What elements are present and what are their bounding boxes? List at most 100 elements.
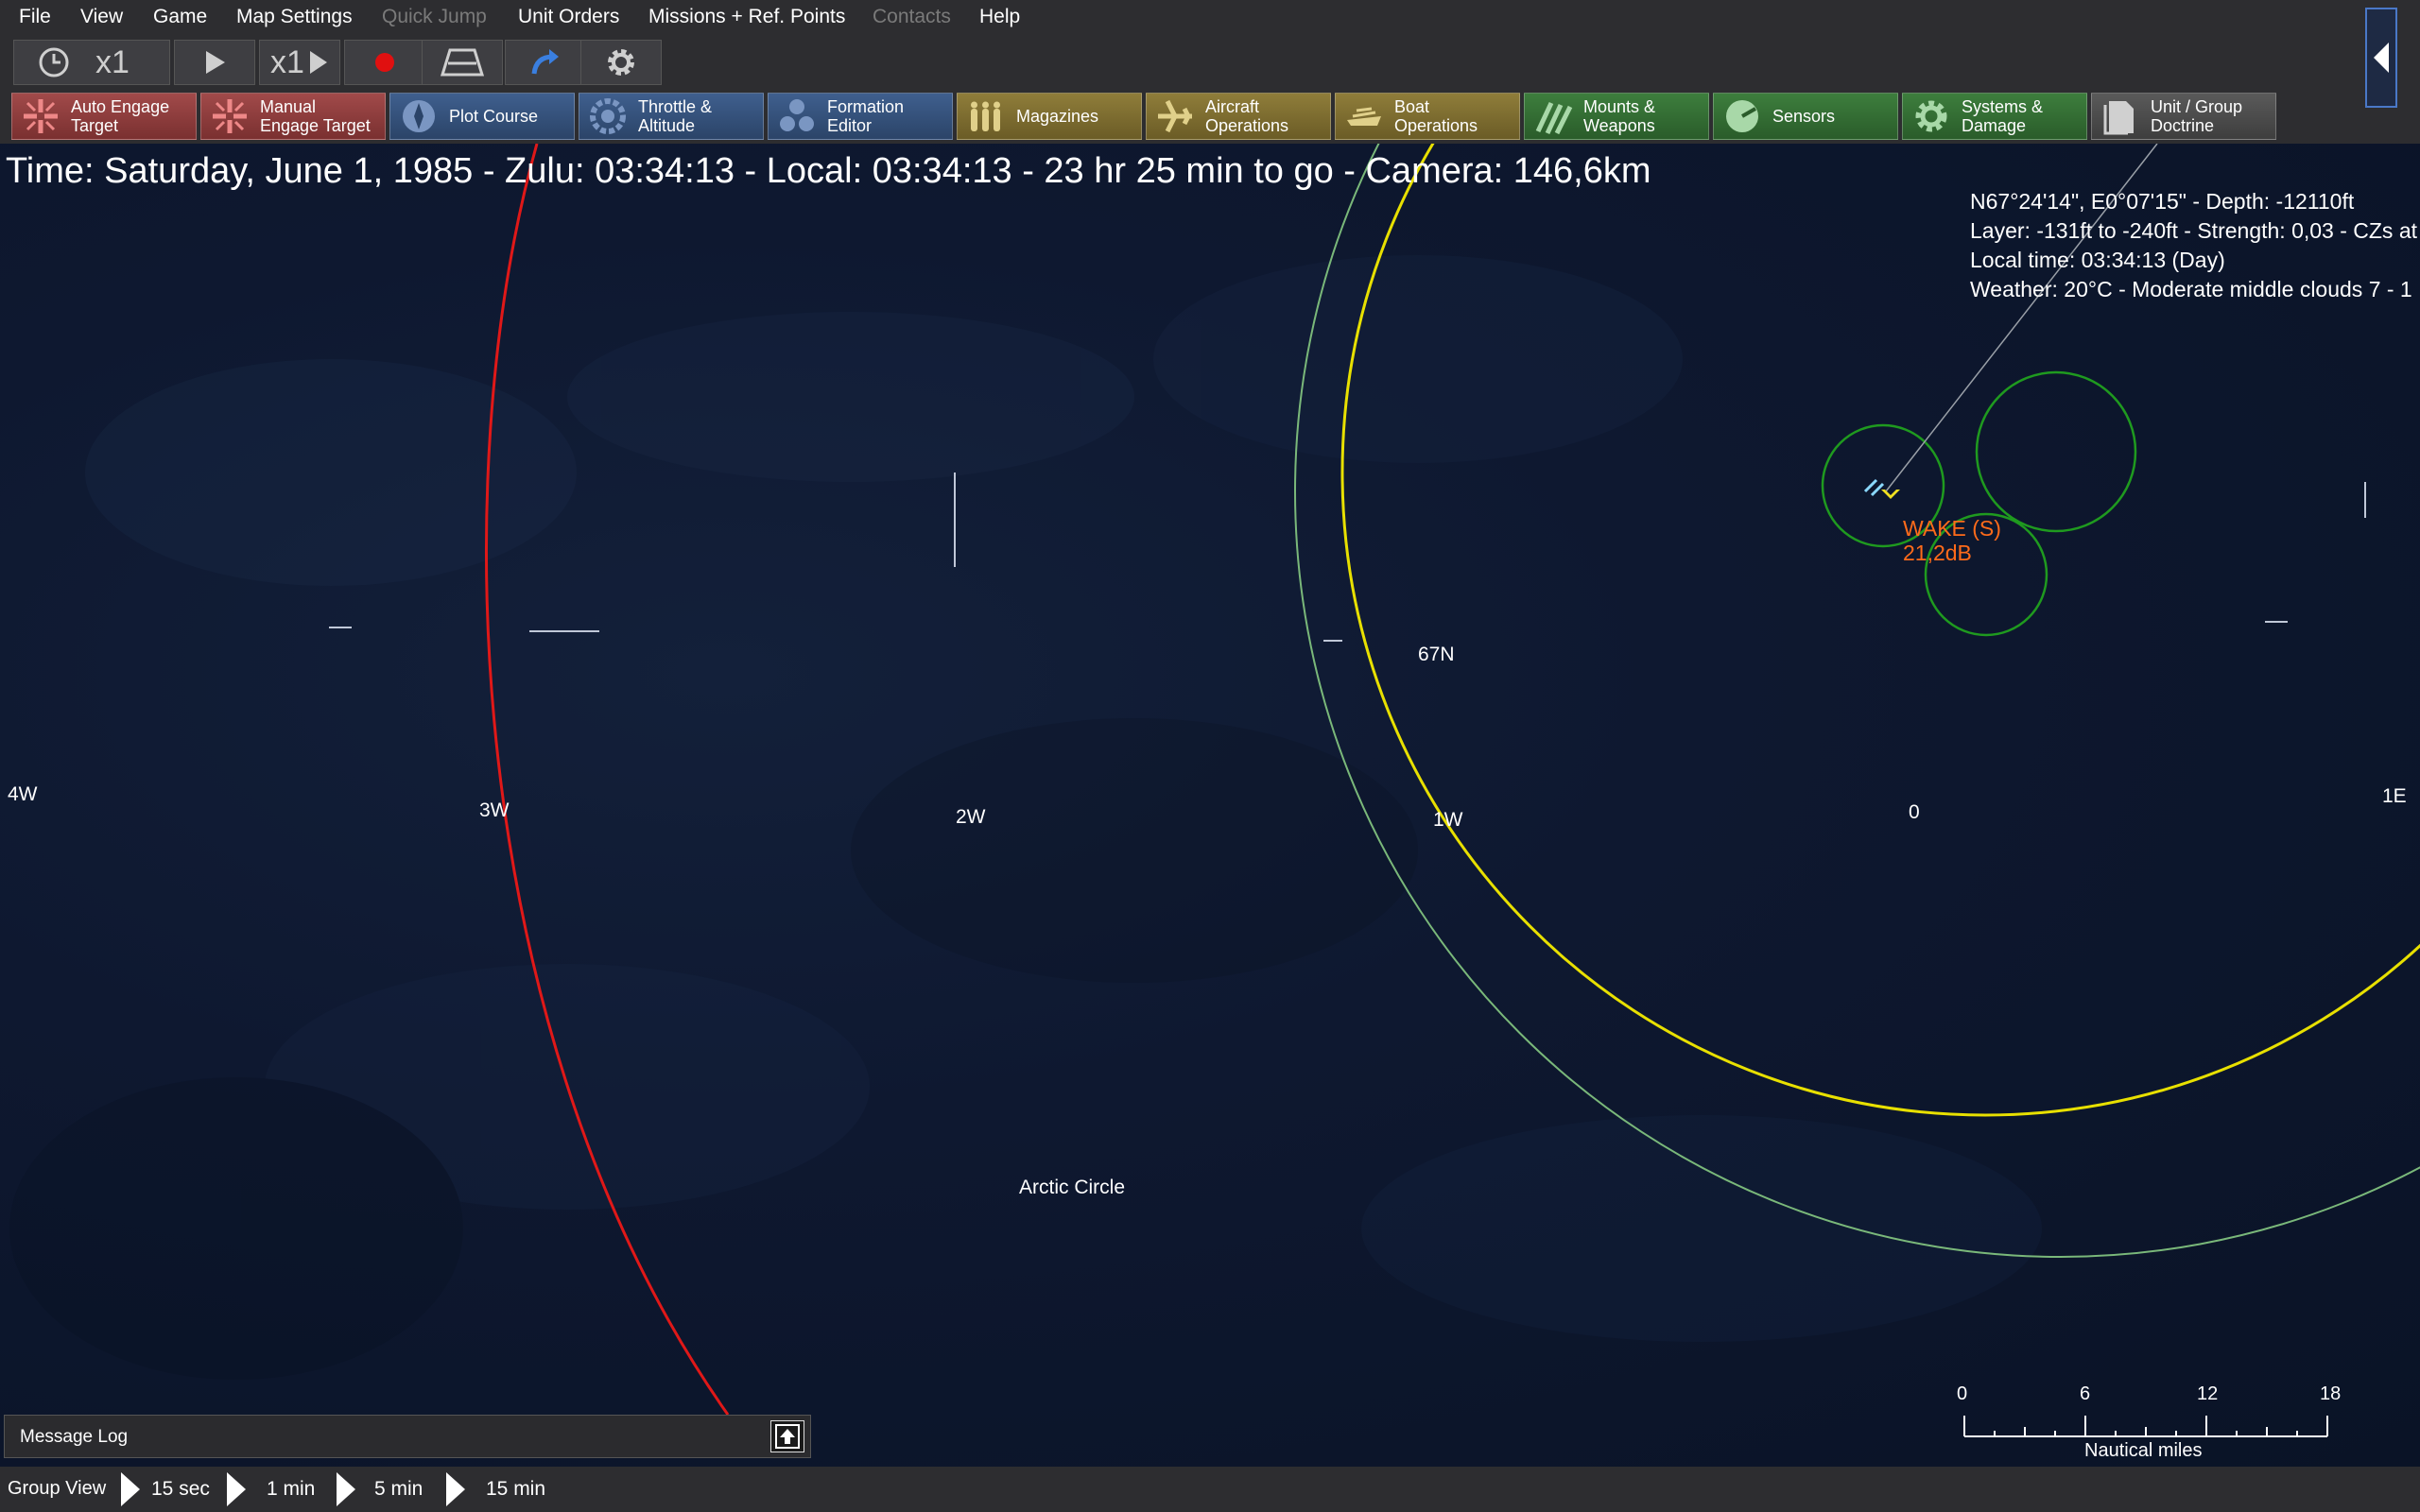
- mounts-weapons-label: Mounts & Weapons: [1583, 97, 1656, 135]
- step-15-min-button[interactable]: 15 min: [486, 1478, 545, 1501]
- status-line: Time: Saturday, June 1, 1985 - Zulu: 03:…: [6, 151, 1651, 191]
- longitude-label-0: 0: [1909, 801, 1920, 823]
- step-15-sec-button[interactable]: 15 sec: [151, 1478, 210, 1501]
- magazines-button[interactable]: Magazines: [957, 93, 1142, 140]
- menu-missions-ref-points[interactable]: Missions + Ref. Points: [648, 6, 845, 28]
- menu-help[interactable]: Help: [979, 6, 1020, 28]
- contact-symbol-icon[interactable]: [1881, 490, 1900, 499]
- throttle-altitude-button[interactable]: Throttle & Altitude: [579, 93, 764, 140]
- longitude-label-1e: 1E: [2382, 785, 2407, 807]
- menu-file[interactable]: File: [19, 6, 51, 28]
- boat-icon: [1347, 107, 1381, 126]
- sensors-label: Sensors: [1772, 107, 1836, 126]
- contact-name: WAKE (S): [1903, 516, 2001, 541]
- unit-wake-marker: [1863, 478, 1885, 497]
- arctic-circle-label: Arctic Circle: [1019, 1177, 1126, 1198]
- gear-icon: [608, 49, 634, 76]
- plot-course-label: Plot Course: [449, 107, 539, 126]
- side-panel-toggle[interactable]: [2365, 8, 2397, 108]
- aircraft-icon: [1158, 99, 1192, 133]
- longitude-label-1w: 1W: [1433, 809, 1463, 831]
- sensors-button[interactable]: Sensors: [1713, 93, 1898, 140]
- radar-icon: [1726, 100, 1758, 132]
- menu-unit-orders[interactable]: Unit Orders: [518, 6, 619, 28]
- arrow-up-box-icon: [775, 1424, 800, 1449]
- unit-group-doctrine-label: Unit / Group Doctrine: [2151, 97, 2243, 135]
- redo-button[interactable]: [505, 40, 586, 85]
- contact-label[interactable]: WAKE (S) 21,2dB: [1903, 516, 2001, 565]
- throttle-altitude-label: Throttle & Altitude: [638, 97, 713, 135]
- step-5-min-button[interactable]: 5 min: [374, 1478, 423, 1501]
- time-toolbar: x1 x1: [0, 40, 2420, 89]
- aircraft-operations-button[interactable]: Aircraft Operations: [1146, 93, 1331, 140]
- menu-map-settings[interactable]: Map Settings: [236, 6, 353, 28]
- cursor-layer-info: Layer: -131ft to -240ft - Strength: 0,03…: [1970, 218, 2418, 243]
- expand-message-log-button[interactable]: [770, 1420, 804, 1452]
- message-log-title: Message Log: [20, 1427, 129, 1447]
- boat-operations-button[interactable]: Boat Operations: [1335, 93, 1520, 140]
- time-compression-button[interactable]: x1: [13, 40, 170, 85]
- bottom-bar: Group View 15 sec 1 min 5 min 15 min: [0, 1467, 2420, 1512]
- curved-arrow-icon: [531, 49, 559, 75]
- auto-engage-target-button[interactable]: Auto Engage Target: [11, 93, 197, 140]
- play-button[interactable]: [174, 40, 255, 85]
- contact-strength: 21,2dB: [1903, 541, 1972, 565]
- menu-contacts[interactable]: Contacts: [873, 6, 951, 28]
- formation-hexagons-icon: [780, 99, 814, 131]
- auto-engage-target-label: Auto Engage Target: [71, 97, 170, 135]
- record-icon: [375, 53, 394, 72]
- map-overlay: [9, 144, 2420, 1416]
- record-button[interactable]: [344, 40, 425, 85]
- document-icon: [2103, 101, 2134, 135]
- sea-texture: [9, 255, 2042, 1380]
- crosshair-icon: [24, 99, 58, 133]
- scale-caption: Nautical miles: [2084, 1440, 2203, 1461]
- scale-tick-label: 6: [2080, 1383, 2091, 1404]
- magazines-label: Magazines: [1016, 107, 1099, 126]
- latitude-label-67n: 67N: [1418, 644, 1455, 665]
- compass-icon: [403, 100, 435, 132]
- cursor-local-time-info: Local time: 03:34:13 (Day): [1970, 248, 2225, 272]
- play-icon: [206, 51, 225, 74]
- scale-ruler: [1963, 1416, 2328, 1437]
- terrain-button[interactable]: [422, 40, 503, 85]
- menu-bar: File View Game Map Settings Quick Jump U…: [0, 0, 2420, 40]
- message-log-panel[interactable]: Message Log: [4, 1415, 811, 1458]
- clock-icon: [39, 47, 69, 77]
- step-1-min-button[interactable]: 1 min: [267, 1478, 315, 1501]
- manual-engage-target-button[interactable]: Manual Engage Target: [200, 93, 386, 140]
- longitude-label-4w: 4W: [8, 783, 38, 805]
- tactical-map[interactable]: [0, 144, 2420, 1467]
- group-view-toggle[interactable]: Group View: [8, 1478, 106, 1500]
- gear-icon: [1915, 100, 1947, 132]
- step-speed-button[interactable]: x1: [259, 40, 340, 85]
- sensor-circle: [1975, 370, 2137, 533]
- triangle-left-icon: [2374, 43, 2389, 73]
- unit-group-doctrine-button[interactable]: Unit / Group Doctrine: [2091, 93, 2276, 140]
- systems-damage-button[interactable]: Systems & Damage: [1902, 93, 2087, 140]
- longitude-label-3w: 3W: [479, 799, 510, 821]
- systems-damage-label: Systems & Damage: [1962, 97, 2044, 135]
- action-bar: Auto Engage Target Manual Engage Target …: [0, 89, 2420, 144]
- boat-operations-label: Boat Operations: [1394, 97, 1478, 135]
- step-arrow-icon: [121, 1472, 140, 1506]
- cursor-position-info: N67°24'14", E0°07'15" - Depth: -12110ft: [1970, 189, 2355, 214]
- plot-course-button[interactable]: Plot Course: [389, 93, 575, 140]
- scale-tick-label: 12: [2197, 1383, 2219, 1404]
- gauge-icon: [590, 98, 626, 134]
- crosshair-icon: [213, 99, 247, 133]
- menu-game[interactable]: Game: [153, 6, 207, 28]
- menu-quick-jump[interactable]: Quick Jump: [382, 6, 487, 28]
- mounts-weapons-button[interactable]: Mounts & Weapons: [1524, 93, 1709, 140]
- step-arrow-icon: [446, 1472, 465, 1506]
- cursor-weather-info: Weather: 20°C - Moderate middle clouds 7…: [1970, 277, 2412, 301]
- longitude-label-2w: 2W: [956, 806, 986, 828]
- settings-button[interactable]: [580, 40, 662, 85]
- manual-engage-target-label: Manual Engage Target: [260, 97, 371, 135]
- menu-view[interactable]: View: [80, 6, 123, 28]
- formation-editor-button[interactable]: Formation Editor: [768, 93, 953, 140]
- scale-tick-label: 18: [2320, 1383, 2342, 1404]
- step-arrow-icon: [227, 1472, 246, 1506]
- scale-bar: 0 6 12 18 Nautical miles: [1957, 1380, 2341, 1465]
- missiles-icon: [1535, 101, 1573, 135]
